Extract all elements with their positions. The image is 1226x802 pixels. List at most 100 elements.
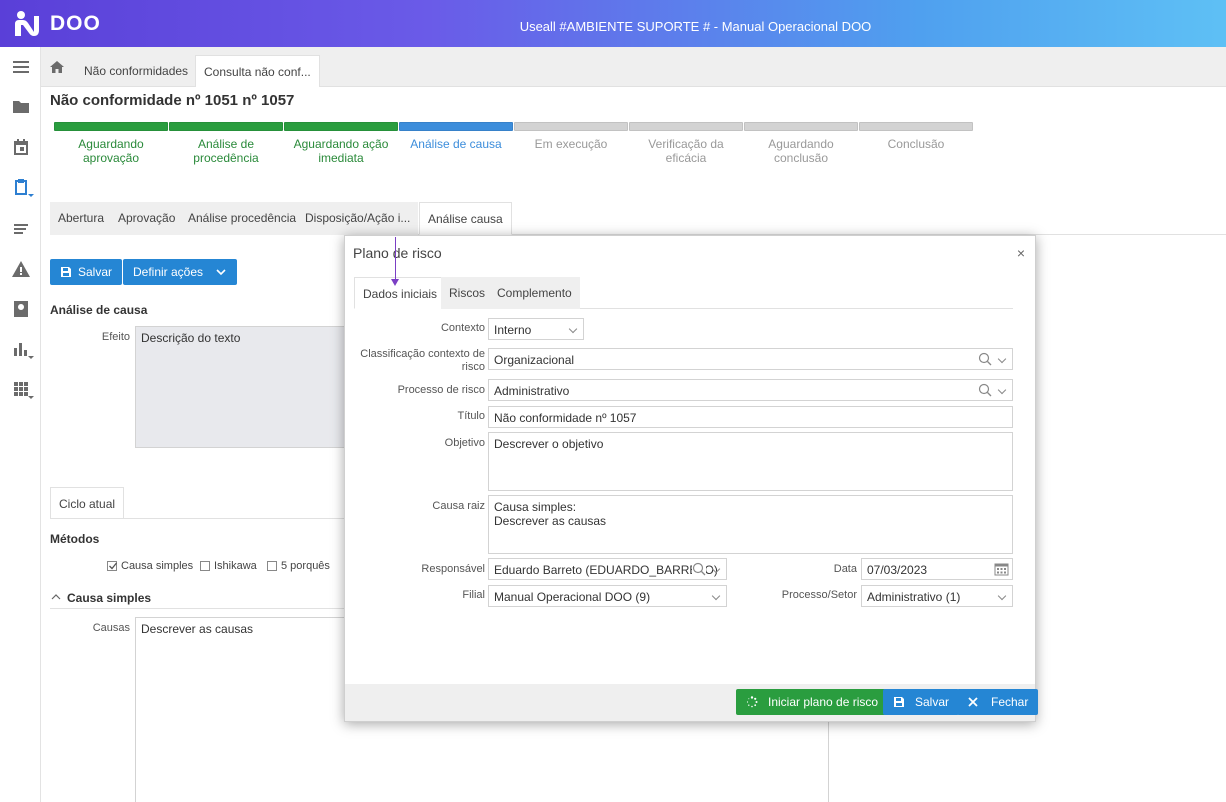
app-title: Useall #AMBIENTE SUPORTE # - Manual Oper… [519,19,872,34]
breadcrumb-item-consulta[interactable]: Consulta não conf... [195,55,320,87]
step-label: Análise de causa [410,137,502,151]
rail-calendar[interactable] [0,127,41,167]
checkbox[interactable] [267,561,277,571]
close-icon[interactable]: × [1017,245,1025,261]
chevron-down-icon [997,385,1007,395]
dialog-footer: Iniciar plano de risco Salvar Fechar [345,684,1039,721]
responsavel-label: Responsável [421,563,485,575]
chevron-up-icon[interactable] [51,593,61,601]
calendar-icon[interactable] [994,562,1009,576]
rail-list[interactable] [0,209,41,249]
warning-icon [11,261,30,277]
processo-value: Administrativo [494,384,570,398]
objetivo-textarea[interactable]: Descrever o objetivo [488,432,1013,491]
tab-analise-causa[interactable]: Análise causa [419,202,512,235]
step-5: Verificação da eficácia [629,122,743,165]
step-label: Verificação da eficácia [648,137,724,165]
tab-analise-procedencia[interactable]: Análise procedência [180,202,305,235]
tab-disposicao[interactable]: Disposição/Ação i... [297,202,419,235]
tab-riscos[interactable]: Riscos [441,277,494,309]
rail-clipboard[interactable] [0,167,41,207]
divider [50,518,348,519]
start-risk-plan-button[interactable]: Iniciar plano de risco [736,689,889,715]
chevron-down-icon [28,356,34,359]
search-icon[interactable] [978,352,992,366]
menu-icon [12,61,29,73]
start-risk-plan-label: Iniciar plano de risco [768,695,879,709]
rail-folder[interactable] [0,87,41,127]
step-label: Aguardando conclusão [768,137,834,165]
step-bar [284,122,398,131]
step-4: Em execução [514,122,628,151]
analysis-section-title: Análise de causa [50,303,148,317]
processo-label: Processo de risco [397,384,485,396]
step-6: Aguardando conclusão [744,122,858,165]
causa-raiz-label: Causa raiz [432,500,485,512]
processo-setor-value: Administrativo (1) [867,590,961,604]
tab-dados-iniciais[interactable]: Dados iniciais [354,277,447,309]
checkbox[interactable] [200,561,210,571]
dialog-close-button[interactable]: Fechar [957,689,1039,715]
spinner-icon [746,696,758,708]
dialog-title: Plano de risco [353,245,442,261]
checkbox-checked[interactable] [107,561,118,571]
tab-complemento[interactable]: Complemento [489,277,580,309]
save-icon [894,697,904,707]
data-label: Data [833,563,857,575]
step-bar [169,122,283,131]
annotation-arrow [395,237,396,281]
step-bar [399,122,513,131]
classificacao-input[interactable]: Organizacional [488,348,1013,370]
home-icon[interactable] [49,60,65,74]
step-bar [54,122,168,131]
classificacao-value: Organizacional [494,353,575,367]
divider [50,608,348,609]
simple-cause-title[interactable]: Causa simples [67,591,151,605]
rail-apps[interactable] [0,369,41,409]
method-label: Causa simples [121,560,194,572]
rail-menu[interactable] [0,47,41,87]
method-ishikawa[interactable]: Ishikawa [200,560,257,572]
responsavel-value: Eduardo Barreto (EDUARDO_BARRETO) [494,563,718,577]
search-icon[interactable] [692,562,706,576]
responsavel-input[interactable]: Eduardo Barreto (EDUARDO_BARRETO) [488,558,727,580]
tab-ciclo-atual[interactable]: Ciclo atual [50,487,125,519]
method-5-porques[interactable]: 5 porquês [267,560,330,572]
save-button[interactable]: Salvar [50,259,123,285]
filial-select[interactable]: Manual Operacional DOO (9) [488,585,727,607]
section-tabs: Abertura Aprovação Análise procedência D… [50,202,1226,235]
step-bar [859,122,973,131]
rail-warning[interactable] [0,249,41,289]
filial-value: Manual Operacional DOO (9) [494,590,651,604]
annotation-arrow-head [391,279,399,286]
step-3: Análise de causa [399,122,513,151]
step-7: Conclusão [859,122,973,151]
left-rail [0,47,41,802]
effect-field[interactable]: Descrição do texto [135,326,348,448]
effect-label: Efeito [101,331,130,343]
define-actions-button[interactable]: Definir ações [123,259,238,285]
step-label: Análise de procedência [193,137,259,165]
rail-contact[interactable] [0,289,41,329]
dialog-save-button[interactable]: Salvar [883,689,960,715]
chevron-down-icon [711,591,721,601]
processo-setor-select[interactable]: Administrativo (1) [861,585,1013,607]
methods-title: Métodos [50,532,100,546]
chevron-down-icon [568,324,578,334]
tab-aprovacao[interactable]: Aprovação [110,202,184,235]
rail-charts[interactable] [0,329,41,369]
titulo-label: Título [457,410,485,422]
causa-raiz-textarea[interactable]: Causa simples: Descrever as causas [488,495,1013,554]
chevron-down-icon [28,396,34,399]
search-icon[interactable] [978,383,992,397]
processo-input[interactable]: Administrativo [488,379,1013,401]
step-label: Aguardando ação imediata [293,137,389,165]
method-causa-simples[interactable]: Causa simples [107,560,193,572]
titulo-input[interactable]: Não conformidade nº 1057 [488,406,1013,428]
data-input[interactable]: 07/03/2023 [861,558,1013,580]
tab-abertura[interactable]: Abertura [50,202,113,235]
page-title: Não conformidade nº 1051 nº 1057 [50,92,295,109]
contexto-select[interactable]: Interno [488,318,584,340]
breadcrumb-item-nao-conformidades[interactable]: Não conformidades [84,64,188,78]
close-icon [968,697,978,707]
